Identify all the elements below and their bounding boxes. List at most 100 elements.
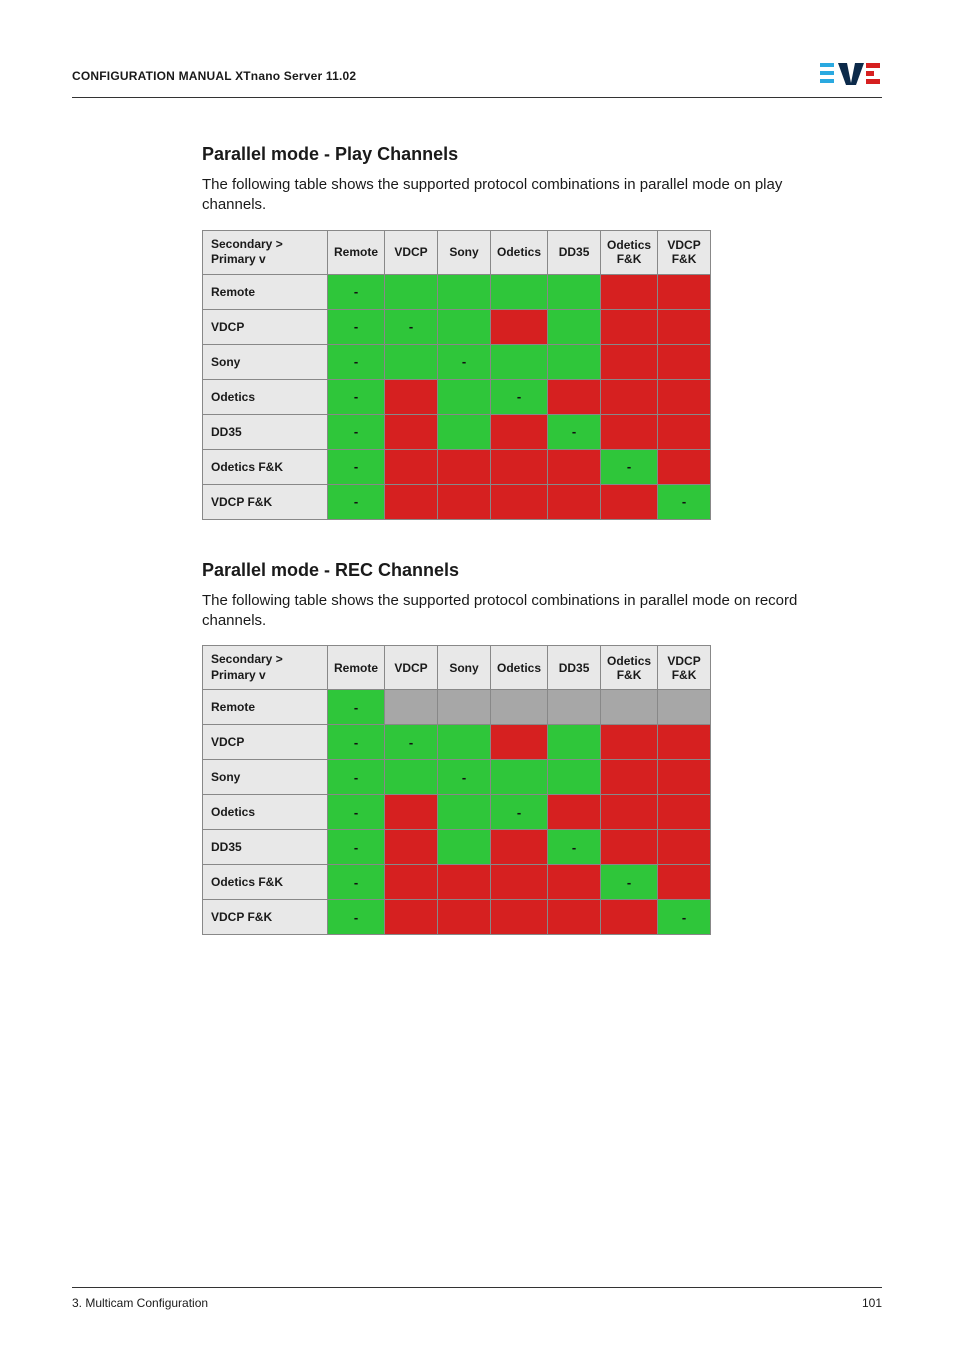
compat-cell	[438, 274, 491, 309]
compat-cell	[548, 795, 601, 830]
compat-cell: -	[438, 760, 491, 795]
row-header: VDCP	[203, 725, 328, 760]
compat-cell: -	[328, 344, 385, 379]
row-header: VDCP F&K	[203, 484, 328, 519]
col-header: Odetics	[491, 230, 548, 274]
compat-cell	[491, 830, 548, 865]
compat-cell: -	[328, 484, 385, 519]
compat-cell: -	[658, 900, 711, 935]
row-header: Odetics	[203, 379, 328, 414]
compat-cell	[438, 900, 491, 935]
compat-cell	[385, 414, 438, 449]
compat-cell: -	[438, 344, 491, 379]
table-rec: Secondary > Primary v Remote VDCP Sony O…	[202, 645, 711, 935]
compat-cell: -	[548, 414, 601, 449]
compat-cell	[601, 379, 658, 414]
compat-cell	[438, 414, 491, 449]
table-row: VDCP F&K--	[203, 900, 711, 935]
compat-cell	[548, 900, 601, 935]
row-header: Remote	[203, 690, 328, 725]
compat-cell: -	[491, 379, 548, 414]
compat-cell	[385, 830, 438, 865]
compat-cell: -	[491, 795, 548, 830]
compat-cell	[438, 449, 491, 484]
table-row: DD35--	[203, 414, 711, 449]
col-header: Remote	[328, 230, 385, 274]
page-content: Parallel mode - Play Channels The follow…	[72, 138, 882, 1287]
compat-cell	[491, 725, 548, 760]
header-title: CONFIGURATION MANUAL XTnano Server 11.02	[72, 69, 356, 83]
compat-cell	[385, 865, 438, 900]
compat-cell: -	[328, 725, 385, 760]
compat-cell	[385, 900, 438, 935]
compat-cell	[548, 690, 601, 725]
compat-cell	[385, 795, 438, 830]
row-header: Odetics F&K	[203, 449, 328, 484]
compat-cell	[438, 725, 491, 760]
compat-cell: -	[328, 760, 385, 795]
section-intro-play: The following table shows the supported …	[202, 175, 842, 216]
compat-cell	[548, 484, 601, 519]
compat-cell	[548, 865, 601, 900]
compat-cell	[601, 344, 658, 379]
compat-cell	[658, 725, 711, 760]
compat-cell	[548, 309, 601, 344]
compat-cell	[601, 274, 658, 309]
col-header: Odetics F&K	[601, 646, 658, 690]
axis-header: Secondary > Primary v	[203, 230, 328, 274]
compat-cell	[601, 484, 658, 519]
col-header: VDCP F&K	[658, 646, 711, 690]
compat-cell: -	[328, 900, 385, 935]
row-header: DD35	[203, 414, 328, 449]
compat-cell	[658, 344, 711, 379]
compat-cell	[385, 449, 438, 484]
compat-cell	[548, 344, 601, 379]
compat-cell: -	[601, 449, 658, 484]
compat-cell	[658, 449, 711, 484]
col-header: Odetics F&K	[601, 230, 658, 274]
compat-cell	[491, 900, 548, 935]
col-header: Odetics	[491, 646, 548, 690]
compat-cell	[658, 760, 711, 795]
page-footer: 3. Multicam Configuration 101	[72, 1287, 882, 1310]
compat-cell	[491, 865, 548, 900]
compat-cell	[658, 309, 711, 344]
compat-cell: -	[328, 274, 385, 309]
table-row: Odetics F&K--	[203, 449, 711, 484]
compat-cell: -	[548, 830, 601, 865]
compat-cell	[658, 795, 711, 830]
table-row: Remote-	[203, 690, 711, 725]
compat-cell	[385, 344, 438, 379]
compat-cell	[491, 484, 548, 519]
row-header: VDCP F&K	[203, 900, 328, 935]
row-header: Remote	[203, 274, 328, 309]
table-row: Sony--	[203, 760, 711, 795]
footer-page-number: 101	[862, 1296, 882, 1310]
table-row: Sony--	[203, 344, 711, 379]
compat-cell	[385, 484, 438, 519]
table-row: Remote-	[203, 274, 711, 309]
table-row: VDCP--	[203, 725, 711, 760]
col-header: DD35	[548, 230, 601, 274]
compat-cell	[601, 414, 658, 449]
compat-cell	[548, 379, 601, 414]
compat-cell	[491, 760, 548, 795]
col-header: VDCP	[385, 646, 438, 690]
col-header: VDCP	[385, 230, 438, 274]
compat-cell	[385, 274, 438, 309]
compat-cell	[658, 865, 711, 900]
page-header: CONFIGURATION MANUAL XTnano Server 11.02	[72, 60, 882, 98]
table-row: VDCP F&K--	[203, 484, 711, 519]
table-row: VDCP--	[203, 309, 711, 344]
col-header: DD35	[548, 646, 601, 690]
compat-cell	[601, 760, 658, 795]
compat-cell	[548, 274, 601, 309]
row-header: Sony	[203, 344, 328, 379]
compat-cell	[385, 379, 438, 414]
compat-cell	[385, 690, 438, 725]
compat-cell	[658, 690, 711, 725]
compat-cell	[548, 449, 601, 484]
col-header: VDCP F&K	[658, 230, 711, 274]
compat-cell	[491, 344, 548, 379]
row-header: Odetics	[203, 795, 328, 830]
